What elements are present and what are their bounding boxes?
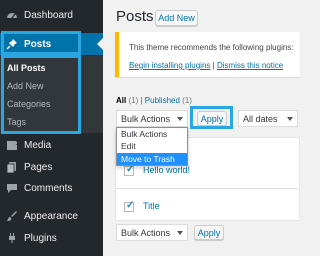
submenu-tags[interactable]: Tags (7, 113, 26, 131)
notice-links: Begin installing plugins | Dismiss this … (129, 61, 283, 70)
apply-button-bottom[interactable]: Apply (194, 225, 224, 240)
menu-plugins[interactable]: Plugins (0, 227, 103, 249)
post-title-link[interactable]: Hello world! (143, 165, 190, 175)
bulk-actions-dropdown: Bulk Actions Edit Move to Trash (116, 127, 188, 166)
media-icon (6, 139, 18, 151)
current-menu-arrow (97, 37, 104, 51)
comment-icon (6, 182, 18, 194)
option-move-to-trash[interactable]: Move to Trash (117, 153, 187, 165)
submenu-add-new[interactable]: Add New (7, 77, 44, 95)
submenu-all-posts[interactable]: All Posts (7, 59, 46, 77)
menu-posts[interactable]: Posts (0, 33, 103, 55)
begin-installing-link[interactable]: Begin installing plugins (129, 61, 210, 70)
paintbrush-icon (6, 210, 18, 222)
pin-icon (6, 38, 18, 50)
pages-icon (6, 161, 18, 173)
filter-all-count: (1) (128, 96, 139, 105)
check-icon: ✓ (126, 200, 135, 211)
select-all-checkbox[interactable]: ✓ (124, 200, 135, 212)
row-divider (116, 188, 299, 189)
menu-dashboard[interactable]: Dashboard (0, 4, 103, 26)
status-filters: All (1) | Published (1) (116, 96, 192, 105)
bulk-actions-select-top[interactable]: Bulk Actions (116, 110, 188, 127)
option-bulk-actions[interactable]: Bulk Actions (117, 128, 187, 140)
option-edit[interactable]: Edit (117, 140, 187, 152)
add-new-button[interactable]: Add New (155, 10, 198, 26)
dates-filter-select[interactable]: All dates (238, 110, 298, 127)
dashboard-icon (6, 9, 18, 21)
menu-comments[interactable]: Comments (0, 177, 103, 199)
dismiss-notice-link[interactable]: Dismiss this notice (217, 61, 283, 70)
page-title: Posts (116, 8, 154, 25)
theme-notice: This theme recommends the following plug… (115, 32, 300, 77)
notice-text: This theme recommends the following plug… (129, 43, 294, 52)
filter-separator: | (140, 96, 143, 105)
filter-published[interactable]: Published (145, 96, 180, 105)
posts-submenu: All Posts Add New Categories Tags (0, 56, 103, 133)
menu-media[interactable]: Media (0, 134, 103, 156)
submenu-categories[interactable]: Categories (7, 95, 51, 113)
menu-pages[interactable]: Pages (0, 156, 103, 178)
filter-all[interactable]: All (116, 96, 126, 105)
notice-separator: | (212, 61, 215, 70)
chevron-down-icon (177, 230, 183, 235)
chevron-down-icon (177, 116, 183, 121)
admin-sidebar: Dashboard Posts All Posts Add New Catego… (0, 0, 104, 256)
row-checkbox[interactable]: ✓ (124, 164, 134, 176)
chevron-down-icon (287, 116, 293, 121)
bulk-actions-select-bottom[interactable]: Bulk Actions (116, 224, 188, 241)
filter-published-count: (1) (182, 96, 192, 105)
plug-icon (6, 232, 18, 244)
menu-appearance[interactable]: Appearance (0, 205, 103, 227)
apply-button-top[interactable]: Apply (197, 111, 227, 126)
title-column-header[interactable]: Title (143, 201, 160, 211)
